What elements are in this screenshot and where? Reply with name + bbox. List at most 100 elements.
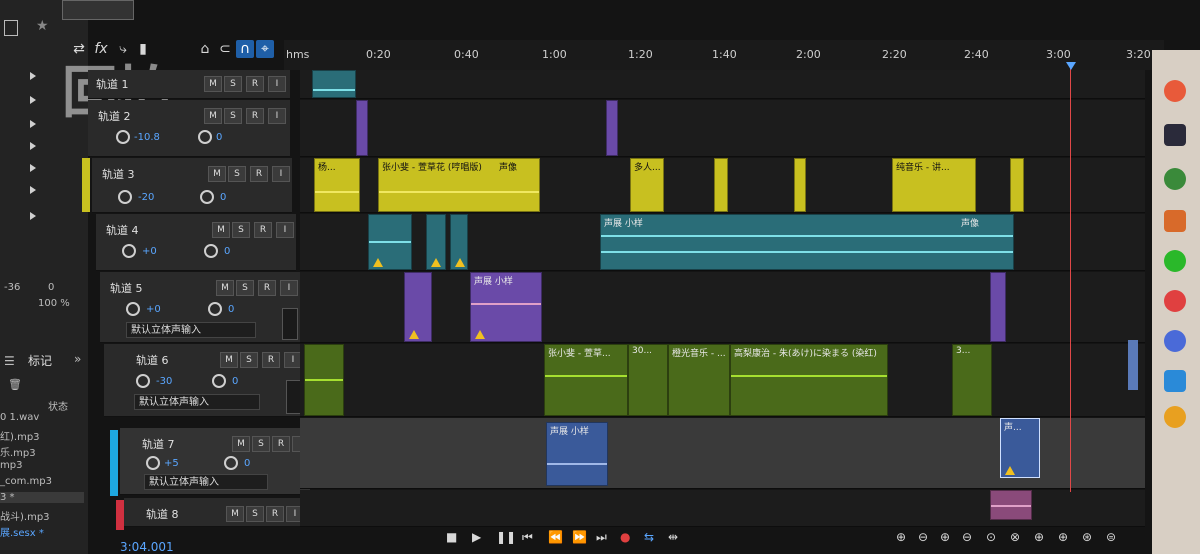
zoom-full-icon[interactable]: ⊙ [986, 530, 996, 544]
volume-knob[interactable] [122, 244, 136, 258]
input-monitor-button[interactable]: I [268, 108, 286, 124]
solo-button[interactable]: S [252, 436, 270, 452]
file-item[interactable]: 乐.mp3 [0, 444, 36, 459]
track-name[interactable]: 轨道 7 [142, 436, 175, 452]
pan-knob[interactable] [204, 244, 218, 258]
record-arm-button[interactable]: R [272, 436, 290, 452]
track-lane-6[interactable]: 张小斐 - 萱草... 30... 橙光音乐 - ... 高梨康治 - 朱(あけ… [300, 344, 1145, 417]
pause-icon[interactable]: ❚❚ [496, 530, 516, 544]
browser-icon[interactable] [1164, 80, 1186, 102]
zoom-in-left-icon[interactable]: ⊕ [1034, 530, 1044, 544]
audio-clip[interactable]: 多人... [630, 158, 664, 212]
volume-knob[interactable] [146, 456, 160, 470]
marker-icon[interactable]: ⌖ [256, 40, 274, 58]
audio-clip[interactable] [990, 490, 1032, 520]
list-icon[interactable]: ☰ [4, 354, 15, 368]
track-header-2[interactable]: 轨道 2 M S R I -10.8 0 [88, 100, 290, 157]
file-item[interactable]: 战斗).mp3 [0, 508, 50, 523]
track-header-7[interactable]: 轨道 7 M S R I +5 0 默认立体声输入 [120, 428, 310, 495]
solo-button[interactable]: S [224, 108, 242, 124]
wechat-icon[interactable] [1164, 250, 1186, 272]
panel-menu-icon[interactable]: » [74, 352, 81, 366]
time-select-icon[interactable]: ⊂ [216, 40, 234, 58]
zoom-selection-icon[interactable]: ⊗ [1010, 530, 1020, 544]
audio-clip[interactable]: 张小斐 - 萱草... [544, 344, 628, 416]
pan-value[interactable]: 0 [232, 376, 238, 387]
solo-button[interactable]: S [232, 222, 250, 238]
track-name[interactable]: 轨道 6 [136, 352, 169, 368]
star-icon[interactable]: ★ [36, 18, 49, 34]
app-icon[interactable] [1164, 290, 1186, 312]
track-header-4[interactable]: 轨道 4 M S R I +0 0 [96, 214, 296, 271]
audio-clip[interactable]: 橙光音乐 - ... [668, 344, 730, 416]
zoom-tracks-icon[interactable]: ⊜ [1106, 530, 1116, 544]
zoom-in-right-icon[interactable]: ⊕ [1058, 530, 1068, 544]
audio-clip[interactable]: 杨... [314, 158, 360, 212]
audio-clip[interactable]: 3... [952, 344, 992, 416]
solo-button[interactable]: S [224, 76, 242, 92]
expand-arrow-icon[interactable] [30, 212, 36, 220]
pan-knob[interactable] [212, 374, 226, 388]
input-select[interactable]: 默认立体声输入 [144, 474, 268, 490]
record-arm-button[interactable]: R [254, 222, 272, 238]
mute-button[interactable]: M [220, 352, 238, 368]
mute-button[interactable]: M [204, 76, 222, 92]
expand-arrow-icon[interactable] [30, 120, 36, 128]
track-lane-8[interactable] [300, 490, 1145, 527]
tab-markers[interactable]: 标记 [28, 352, 52, 369]
pan-value[interactable]: 0 [216, 132, 222, 143]
track-lane-4[interactable]: 声展 小样 声像 [300, 214, 1145, 271]
play-icon[interactable]: ▶ [472, 530, 481, 544]
mute-button[interactable]: M [212, 222, 230, 238]
zoom-out-time-icon[interactable]: ⊖ [962, 530, 972, 544]
fast-forward-icon[interactable]: ⏩ [572, 530, 587, 544]
pan-knob[interactable] [198, 130, 212, 144]
trash-icon[interactable] [4, 20, 18, 36]
app-icon[interactable] [1164, 168, 1186, 190]
file-item[interactable]: 0 1.wav [0, 412, 39, 423]
zoom-in-amplitude-icon[interactable]: ⊕ [896, 530, 906, 544]
playhead-marker-icon[interactable] [1066, 62, 1076, 70]
vertical-scrollbar[interactable] [1128, 340, 1138, 390]
volume-value[interactable]: +5 [164, 458, 179, 469]
input-monitor-button[interactable]: I [276, 222, 294, 238]
file-item[interactable]: mp3 [0, 460, 22, 471]
audio-clip[interactable] [356, 100, 368, 156]
volume-value[interactable]: -30 [156, 376, 172, 387]
app-icon[interactable] [1164, 406, 1186, 428]
track-header-3[interactable]: 轨道 3 M S R I -20 0 [92, 158, 292, 213]
input-monitor-button[interactable]: I [280, 280, 298, 296]
track-name[interactable]: 轨道 5 [110, 280, 143, 296]
input-select[interactable]: 默认立体声输入 [126, 322, 256, 338]
solo-button[interactable]: S [228, 166, 246, 182]
pan-value[interactable]: 0 [244, 458, 250, 469]
pan-value[interactable]: 0 [224, 246, 230, 257]
file-item-selected[interactable]: 3 * [0, 492, 84, 503]
go-to-end-icon[interactable]: ⏭ [596, 530, 607, 545]
audio-clip[interactable] [368, 214, 412, 270]
record-icon[interactable]: ● [620, 530, 630, 544]
expand-arrow-icon[interactable] [30, 142, 36, 150]
track-header-6[interactable]: 轨道 6 M S R I -30 0 默认立体声输入 [104, 344, 304, 417]
input-monitor-button[interactable]: I [272, 166, 290, 182]
record-arm-button[interactable]: R [250, 166, 268, 182]
audio-clip[interactable]: 纯音乐 - 讲... [892, 158, 976, 212]
audio-clip[interactable]: 声... [1000, 418, 1040, 478]
expand-arrow-icon[interactable] [30, 72, 36, 80]
record-arm-button[interactable]: R [258, 280, 276, 296]
loop-icon[interactable]: ⇆ [644, 530, 654, 544]
record-arm-button[interactable]: R [262, 352, 280, 368]
audio-clip[interactable] [426, 214, 446, 270]
go-to-start-icon[interactable]: ⏮ [522, 530, 533, 545]
track-header-8[interactable]: 轨道 8 M S R I [124, 498, 314, 527]
audio-clip[interactable]: 声展 小样 [546, 422, 608, 486]
app-icon[interactable] [1164, 210, 1186, 232]
volume-value[interactable]: +0 [142, 246, 157, 257]
record-arm-button[interactable]: R [246, 76, 264, 92]
file-item[interactable]: 展.sesx * [0, 524, 44, 539]
audio-clip[interactable] [794, 158, 806, 212]
audio-clip[interactable] [606, 100, 618, 156]
volume-value[interactable]: -20 [138, 192, 154, 203]
solo-button[interactable]: S [240, 352, 258, 368]
overview-thumbnail[interactable] [62, 0, 134, 20]
